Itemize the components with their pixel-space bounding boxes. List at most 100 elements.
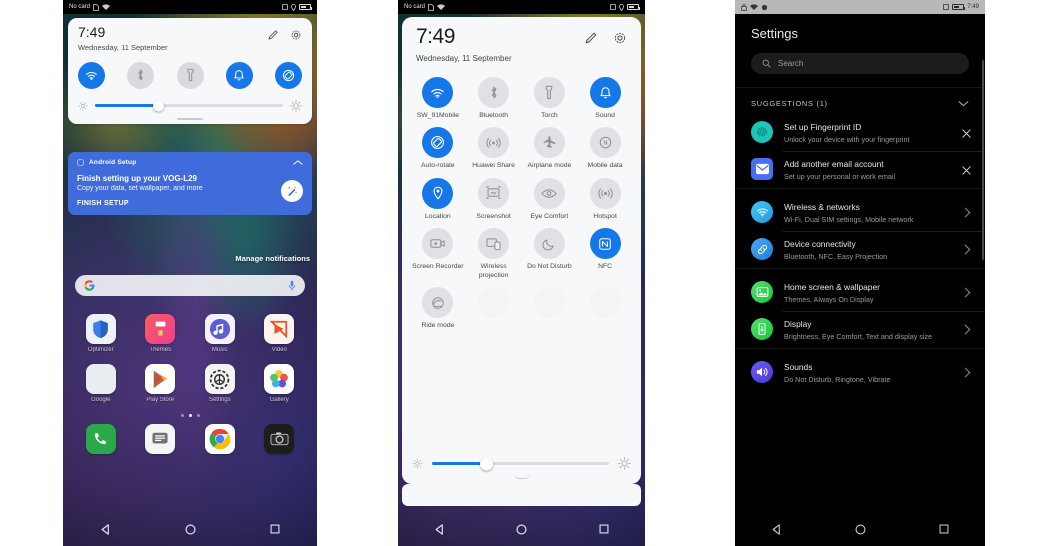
- app-video[interactable]: Video: [256, 314, 302, 353]
- back-icon[interactable]: [433, 523, 446, 536]
- notification-stub-card[interactable]: [402, 484, 641, 506]
- brightness-slider[interactable]: [95, 100, 283, 112]
- suggestion-subtitle: Unlock your device with your fingerprint: [784, 134, 910, 144]
- sim-icon: [93, 3, 99, 11]
- dock-chrome[interactable]: Chrome: [197, 424, 243, 463]
- tile-airplane-mode[interactable]: Airplane mode: [522, 122, 578, 170]
- search-input[interactable]: Search: [751, 53, 969, 74]
- tile-eye-comfort[interactable]: Eye Comfort: [522, 173, 578, 221]
- tile-torch[interactable]: Torch: [522, 72, 578, 120]
- tile-auto-rotate[interactable]: Auto-rotate: [410, 122, 466, 170]
- finish-setup-button[interactable]: FINISH SETUP: [77, 200, 303, 207]
- quick-toggle-wifi[interactable]: [78, 61, 105, 89]
- clock-date: Wednesday, 11 September: [416, 54, 512, 63]
- quick-settings-expanded-card: 7:49 Wednesday, 11 September SW_91Mobile…: [402, 17, 641, 484]
- suggestion-fingerprint[interactable]: Set up Fingerprint ID Unlock your device…: [735, 114, 985, 151]
- tile-placeholder: [577, 282, 633, 330]
- settings-item-sounds[interactable]: Sounds Do Not Disturb, Ringtone, Vibrate: [735, 354, 985, 391]
- quick-toggle-torch[interactable]: [176, 61, 204, 89]
- tile-wifi[interactable]: SW_91Mobile: [410, 72, 466, 120]
- tile-label: Eye Comfort: [530, 212, 569, 220]
- settings-item-title: Sounds: [784, 362, 813, 372]
- tile-huawei-share[interactable]: Huawei Share: [466, 122, 522, 170]
- settings-header: Settings: [735, 14, 985, 41]
- app-gallery[interactable]: Gallery: [256, 364, 302, 403]
- quick-toggle-sound[interactable]: [225, 61, 253, 89]
- tile-screen-recorder[interactable]: Screen Recorder: [410, 223, 466, 280]
- brightness-slider[interactable]: [432, 457, 609, 470]
- tile-ride-mode[interactable]: Ride mode: [410, 282, 466, 330]
- quick-toggle-bluetooth[interactable]: [127, 61, 155, 89]
- dismiss-suggestion-button[interactable]: [962, 121, 971, 143]
- tile-label: Screenshot: [476, 212, 511, 220]
- flashlight-icon: [186, 69, 194, 82]
- wifi-signal-icon: [750, 3, 758, 10]
- tile-bluetooth[interactable]: Bluetooth: [466, 72, 522, 120]
- chevron-right-icon: [964, 281, 971, 303]
- paint-roller-icon: [145, 314, 176, 344]
- page-dot-active[interactable]: [188, 414, 192, 417]
- notification-app-name: Android Setup: [89, 159, 137, 166]
- app-play-store[interactable]: Play Store: [137, 364, 183, 403]
- app-folder-google[interactable]: Google: [78, 364, 124, 403]
- microphone-icon[interactable]: [288, 280, 296, 291]
- chevron-down-icon[interactable]: [958, 100, 969, 107]
- dock-messages[interactable]: Messages: [137, 424, 183, 463]
- app-optimizer[interactable]: Optimizer: [78, 314, 124, 353]
- google-search-pill[interactable]: [75, 275, 305, 296]
- settings-item-device-connectivity[interactable]: Device connectivity Bluetooth, NFC, Easy…: [735, 231, 985, 268]
- tile-do-not-disturb[interactable]: Do Not Disturb: [522, 223, 578, 280]
- gear-icon[interactable]: [613, 31, 627, 45]
- app-music[interactable]: Music: [197, 314, 243, 353]
- recents-icon[interactable]: [938, 523, 950, 535]
- back-icon[interactable]: [770, 523, 783, 536]
- dock-phone[interactable]: Phone: [78, 424, 124, 463]
- settings-item-display[interactable]: Display Brightness, Eye Comfort, Text an…: [735, 311, 985, 348]
- settings-item-wireless-networks[interactable]: Wireless & networks Wi-Fi, Dual SIM sett…: [735, 194, 985, 231]
- gear-icon[interactable]: [290, 29, 302, 41]
- panel-grabber[interactable]: [177, 117, 203, 120]
- tile-location[interactable]: Location: [410, 173, 466, 221]
- home-icon[interactable]: [515, 523, 528, 536]
- recents-icon[interactable]: [269, 523, 281, 535]
- search-icon: [762, 59, 771, 68]
- pencil-icon[interactable]: [267, 29, 279, 41]
- clock-time: 7:49: [78, 24, 106, 40]
- tile-mobile-data[interactable]: Mobile data: [577, 122, 633, 170]
- recents-icon[interactable]: [598, 523, 610, 535]
- panel-grabber[interactable]: [513, 474, 530, 479]
- brightness-knob[interactable]: [479, 457, 493, 470]
- tile-screenshot[interactable]: Screenshot: [466, 173, 522, 221]
- chevron-up-icon[interactable]: [293, 159, 303, 166]
- moon-icon: [533, 228, 565, 260]
- page-dot[interactable]: [180, 414, 184, 417]
- page-title: Settings: [751, 26, 798, 41]
- brightness-knob[interactable]: [153, 100, 165, 112]
- dock-camera[interactable]: Camera: [256, 424, 302, 463]
- settings-item-home-screen-wallpaper[interactable]: Home screen & wallpaper Themes, Always O…: [735, 274, 985, 311]
- tile-nfc[interactable]: NFC: [577, 223, 633, 280]
- suggestions-header[interactable]: SUGGESTIONS (1): [735, 93, 985, 114]
- tile-wireless-projection[interactable]: Wireless projection: [466, 223, 522, 280]
- app-settings[interactable]: Settings: [197, 364, 243, 403]
- scrollbar[interactable]: [982, 60, 984, 260]
- manage-notifications-link[interactable]: Manage notifications: [235, 254, 310, 263]
- back-icon[interactable]: [99, 523, 112, 536]
- settings-item-subtitle: Bluetooth, NFC, Easy Projection: [784, 251, 888, 261]
- tile-hotspot[interactable]: Hotspot: [577, 173, 633, 221]
- home-icon[interactable]: [854, 523, 867, 536]
- suggestion-add-email[interactable]: Add another email account Set up your pe…: [735, 151, 985, 188]
- android-setup-notification[interactable]: Android Setup Finish setting up your VOG…: [68, 152, 312, 215]
- phone-right-settings: 7:49 Settings Search SUGGESTIONS (1) Set…: [735, 0, 985, 546]
- home-icon[interactable]: [184, 523, 197, 536]
- app-themes[interactable]: Themes: [137, 314, 183, 353]
- tile-label: Location: [425, 212, 451, 220]
- tile-sound[interactable]: Sound: [577, 72, 633, 120]
- helmet-icon: [422, 287, 454, 319]
- bell-icon: [234, 69, 244, 81]
- dismiss-suggestion-button[interactable]: [962, 158, 971, 180]
- tile-label: Ride mode: [421, 322, 455, 330]
- page-dot[interactable]: [196, 414, 200, 417]
- quick-toggle-auto-rotate[interactable]: [275, 61, 302, 89]
- pencil-icon[interactable]: [584, 31, 598, 45]
